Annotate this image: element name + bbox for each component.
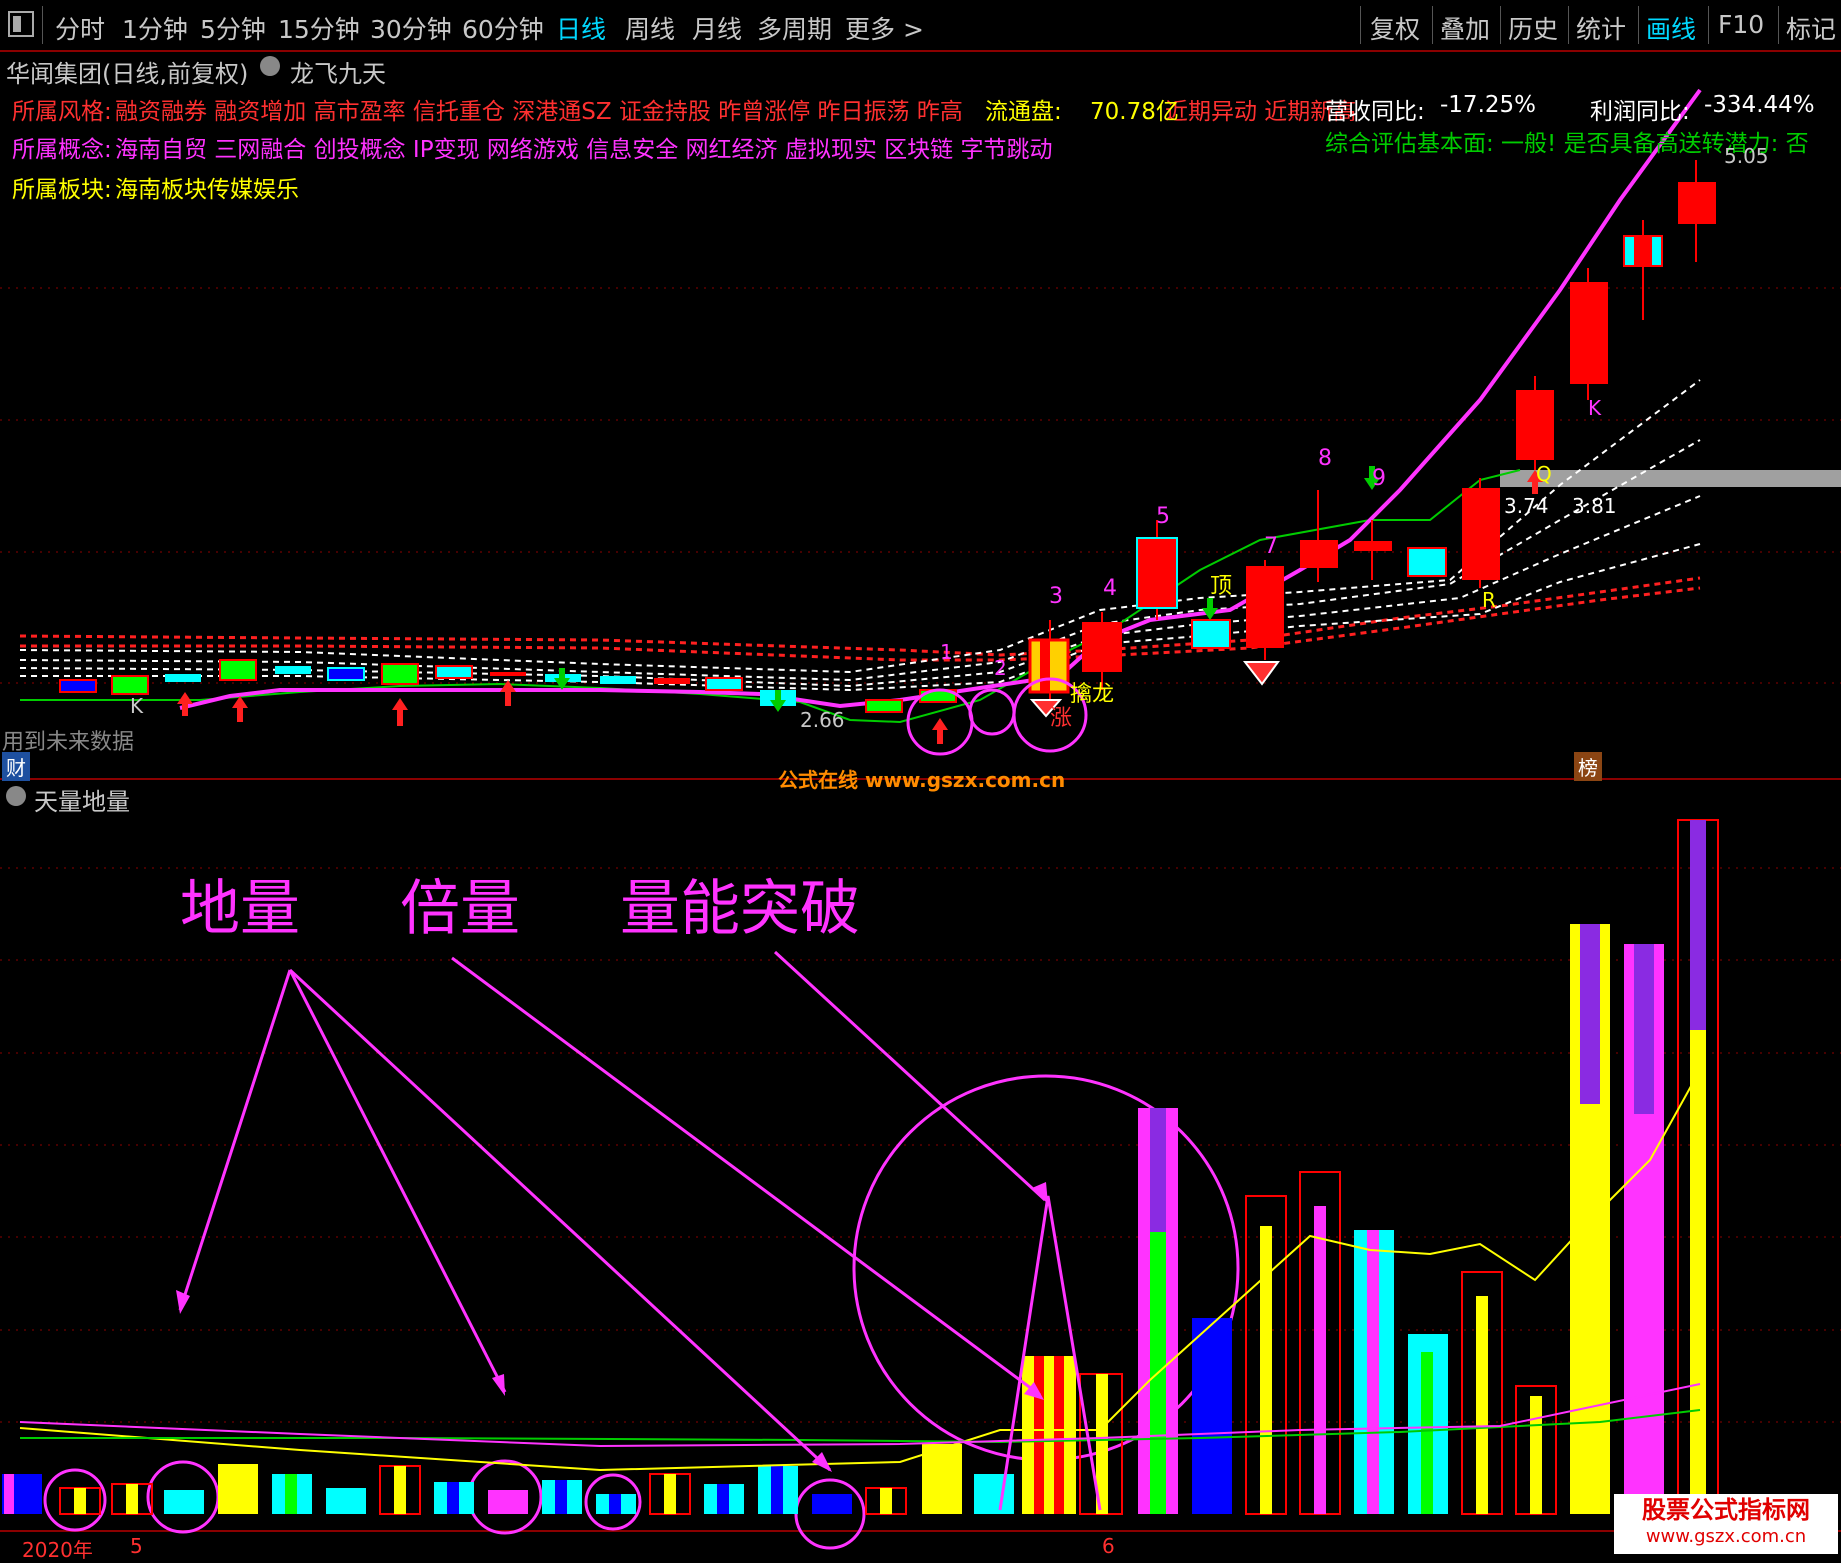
period-tab-fenshi[interactable]: 分时: [55, 10, 105, 46]
xaxis-month-label: 6: [1102, 1534, 1115, 1558]
float-cap-label: 流通盘:: [985, 99, 1062, 125]
xaxis-month-label: 5: [130, 1534, 143, 1558]
period-tab-daily[interactable]: 日线: [556, 10, 606, 46]
main-candles: [1028, 160, 1716, 700]
toolbar-divider: [1778, 6, 1779, 44]
finance-badge[interactable]: 财: [2, 752, 30, 781]
period-tab-multi[interactable]: 多周期: [757, 10, 832, 46]
period-tab-weekly[interactable]: 周线: [625, 10, 675, 46]
tool-stats[interactable]: 统计: [1576, 10, 1626, 46]
corner-watermark-url: www.gszx.com.cn: [1645, 1526, 1807, 1547]
magenta-trend-line: [179, 88, 1702, 710]
k-signal-label: K: [130, 694, 144, 718]
panel-toggle-icon[interactable]: [8, 11, 34, 37]
wave-label: 3: [1049, 584, 1063, 609]
diamond-icon: [1242, 661, 1280, 686]
ranking-badge[interactable]: 榜: [1574, 752, 1602, 781]
dragon-signal-label: 擒龙: [1070, 682, 1115, 707]
tool-f10[interactable]: F10: [1718, 10, 1764, 39]
period-tab-more[interactable]: 更多 >: [845, 10, 924, 46]
rise-signal-label: 涨: [1050, 706, 1073, 731]
wave-label: 8: [1318, 446, 1332, 471]
price-label: 3.81: [1572, 494, 1617, 518]
volume-indicator-title: 天量地量: [34, 788, 130, 816]
revenue-yoy-value: -17.25%: [1440, 92, 1536, 118]
period-tab-60min[interactable]: 60分钟: [462, 10, 544, 46]
float-cap-value: 70.78亿: [1090, 99, 1179, 125]
wave-label: 1: [940, 640, 953, 664]
r-signal-label: R: [1482, 588, 1496, 612]
period-toolbar: 分时 1分钟 5分钟 15分钟 30分钟 60分钟 日线 周线 月线 多周期 更…: [0, 0, 1841, 52]
indicator-title: 龙飞九天: [290, 60, 386, 88]
tool-overlay[interactable]: 叠加: [1440, 10, 1490, 46]
period-tab-5min[interactable]: 5分钟: [200, 10, 266, 46]
concept-value: 海南自贸 三网融合 创投概念 IP变现 网络游戏 信息安全 网红经济 虚拟现实 …: [115, 137, 1053, 163]
tool-mark[interactable]: 标记: [1786, 10, 1836, 46]
toolbar-divider: [1500, 6, 1501, 44]
profit-yoy-label: 利润同比:: [1590, 99, 1690, 125]
big-label-volume-breakout: 量能突破: [620, 874, 860, 944]
toolbar-divider: [42, 6, 43, 44]
tool-fuquan[interactable]: 复权: [1370, 10, 1420, 46]
xaxis-year-label: 2020年: [22, 1538, 93, 1562]
low-price-label: 2.66: [800, 708, 845, 732]
big-label-double-volume: 倍量: [400, 874, 520, 944]
ma-dashed-lines: [19, 379, 1701, 692]
period-tab-monthly[interactable]: 月线: [692, 10, 742, 46]
style-label: 所属风格:: [12, 99, 112, 125]
toolbar-divider: [1360, 6, 1361, 44]
tool-history[interactable]: 历史: [1508, 10, 1558, 46]
green-trend-line: [20, 469, 1521, 724]
annotation-arrows: [178, 950, 1102, 1511]
big-label-low-volume: 地量: [180, 874, 300, 944]
toolbar-divider: [1638, 6, 1639, 44]
price-label: 3.74: [1504, 494, 1549, 518]
indicator-toggle-icon[interactable]: [260, 56, 280, 76]
sector-value: 海南板块传媒娱乐: [115, 177, 299, 203]
annotation-arrowheads: [176, 1182, 1048, 1472]
wave-label: 9: [1372, 466, 1386, 491]
revenue-yoy-label: 营收同比:: [1325, 99, 1425, 125]
wave-label: 7: [1264, 534, 1278, 559]
sector-label: 所属板块:: [12, 177, 112, 203]
concept-label: 所属概念:: [12, 137, 112, 163]
q-signal-label: Q: [1536, 462, 1552, 486]
wave-label: 2: [994, 656, 1007, 680]
corner-watermark-title: 股票公式指标网: [1642, 1496, 1810, 1524]
toolbar-divider: [1708, 6, 1709, 44]
volume-toggle-icon[interactable]: [6, 786, 26, 806]
period-tab-1min[interactable]: 1分钟: [122, 10, 188, 46]
volume-grid: [0, 867, 1841, 1423]
top-signal-label: 顶: [1210, 574, 1233, 599]
k-signal-label: K: [1588, 396, 1602, 420]
style-value: 融资融券 融资增加 高市盈率 信托重仓 深港通SZ 证金持股 昨曾涨停 昨日振荡…: [115, 99, 963, 125]
profit-yoy-value: -334.44%: [1704, 92, 1815, 118]
stock-title: 华闻集团(日线,前复权): [6, 60, 249, 88]
period-tab-30min[interactable]: 30分钟: [370, 10, 452, 46]
chart-canvas[interactable]: [0, 50, 1841, 1556]
tool-draw[interactable]: 画线: [1646, 10, 1696, 46]
corner-watermark: 股票公式指标网 www.gszx.com.cn: [1614, 1494, 1838, 1554]
toolbar-divider: [1432, 6, 1433, 44]
wave-label: 4: [1103, 576, 1117, 601]
wave-label: 5: [1156, 504, 1170, 529]
center-watermark: 公式在线 www.gszx.com.cn: [778, 768, 1066, 792]
toolbar-divider: [1568, 6, 1569, 44]
period-tab-15min[interactable]: 15分钟: [278, 10, 360, 46]
high-price-label: 5.05: [1724, 144, 1769, 168]
